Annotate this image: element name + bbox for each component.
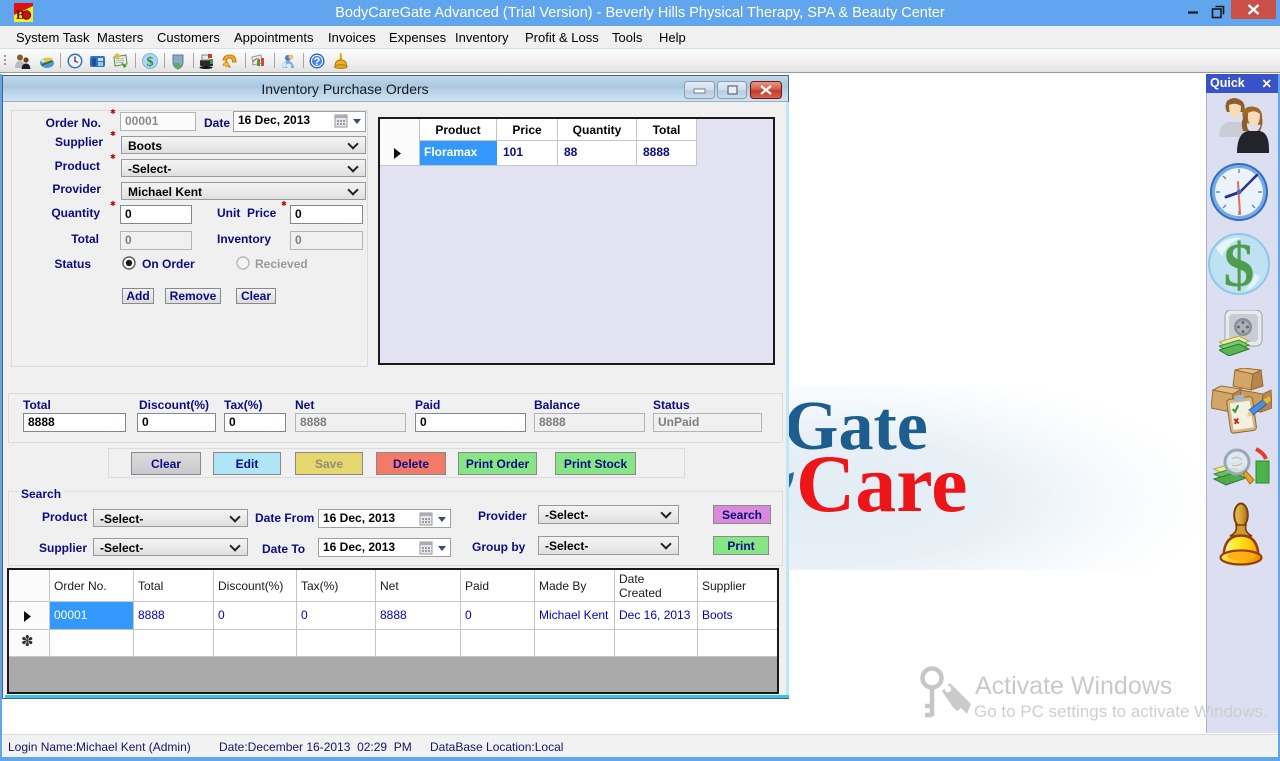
svg-text:$: $ (1224, 232, 1255, 296)
svg-text:$: $ (147, 55, 154, 70)
svg-text:?: ? (314, 56, 321, 68)
